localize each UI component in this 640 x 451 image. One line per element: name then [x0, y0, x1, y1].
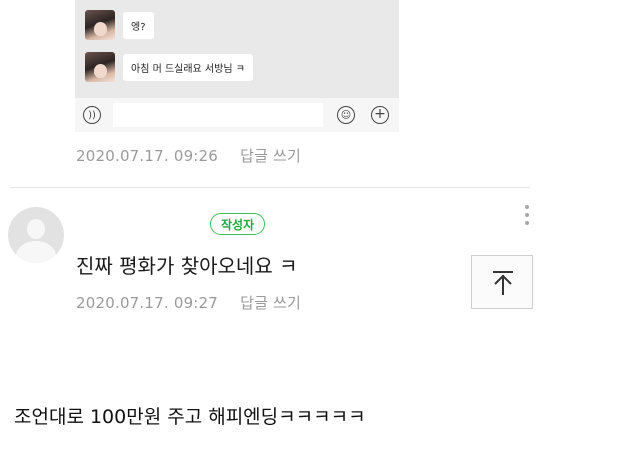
divider [10, 187, 530, 188]
chat-bubble: 엥? [123, 11, 154, 39]
voice-icon: )) [83, 106, 101, 124]
reply-link[interactable]: 답글 쓰기 [240, 147, 301, 165]
avatar-shoulders [16, 241, 56, 263]
scroll-to-top-button[interactable] [471, 255, 533, 309]
comment-meta: 2020.07.17. 09:27 답글 쓰기 [76, 292, 301, 313]
chat-avatar [85, 52, 115, 82]
more-dot [525, 205, 529, 209]
chat-input-field [113, 103, 323, 127]
caption-text: 조언대로 100만원 주고 해피엔딩ㅋㅋㅋㅋㅋ [14, 406, 366, 428]
chat-bubble: 아침 머 드실래요 서방님 ㅋ [123, 53, 253, 81]
avatar[interactable] [8, 207, 64, 263]
chat-avatar [85, 10, 115, 40]
more-vertical-icon[interactable] [524, 205, 530, 229]
more-dot [525, 221, 529, 225]
chat-message: 아침 머 드실래요 서방님 ㅋ [85, 52, 253, 82]
arrow-up-to-top-icon [493, 271, 513, 295]
emoji-icon: ☺ [337, 106, 355, 124]
comment-text: 진짜 평화가 찾아오네요 ㅋ [76, 254, 298, 278]
chat-screenshot: 엥? 아침 머 드실래요 서방님 ㅋ )) ☺ + [75, 0, 399, 132]
page: 엥? 아침 머 드실래요 서방님 ㅋ )) ☺ + 2020.07.17. 09… [0, 0, 640, 451]
comment-date: 2020.07.17. 09:26 [76, 147, 219, 165]
more-dot [525, 213, 529, 217]
plus-icon: + [371, 106, 389, 124]
comment-meta: 2020.07.17. 09:26 답글 쓰기 [76, 145, 301, 166]
reply-link[interactable]: 답글 쓰기 [240, 294, 301, 312]
avatar-head [27, 219, 45, 239]
chat-message: 엥? [85, 10, 154, 40]
author-badge: 작성자 [210, 213, 266, 235]
chat-input-bar: )) ☺ + [75, 98, 399, 132]
comment-date: 2020.07.17. 09:27 [76, 294, 219, 312]
